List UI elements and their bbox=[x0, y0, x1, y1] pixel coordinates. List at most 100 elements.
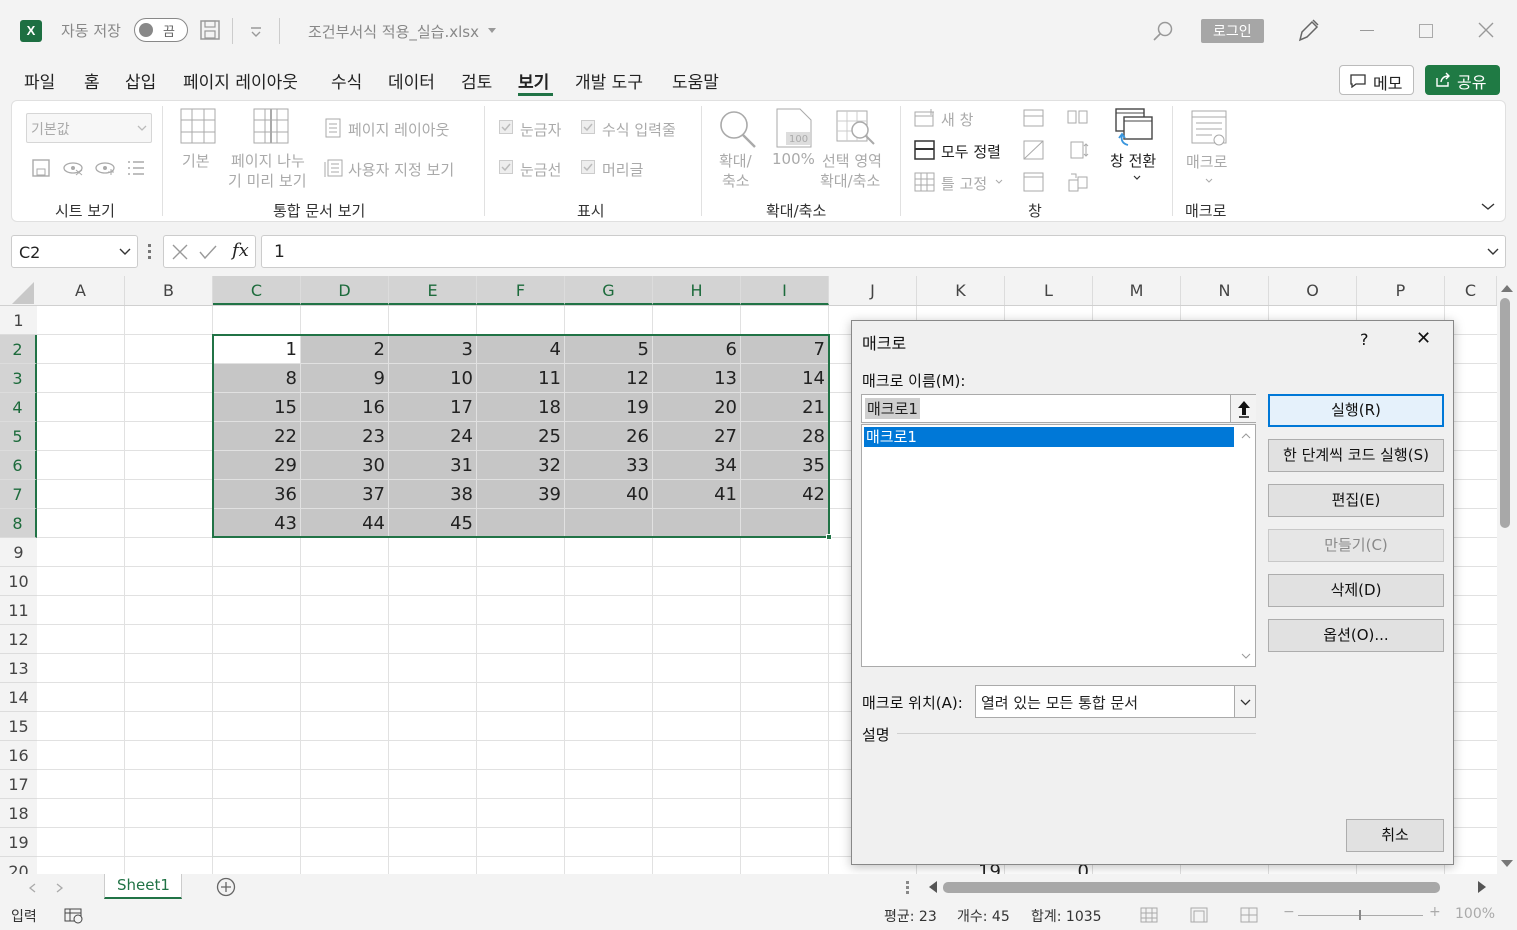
macros-icon[interactable] bbox=[1190, 109, 1230, 149]
close-window-icon[interactable] bbox=[1478, 22, 1494, 38]
options-button[interactable]: 옵션(O)... bbox=[1268, 619, 1444, 652]
row-header[interactable]: 11 bbox=[0, 596, 37, 625]
memo-button[interactable]: 메모 bbox=[1339, 65, 1414, 95]
column-header[interactable]: C bbox=[1445, 276, 1497, 305]
zoom-label2[interactable]: 축소 bbox=[722, 170, 750, 191]
page-layout-status-icon[interactable] bbox=[1190, 907, 1208, 923]
page-break-preview-icon[interactable] bbox=[253, 108, 289, 144]
vertical-scroll-thumb[interactable] bbox=[1500, 298, 1510, 528]
macro-list[interactable]: 매크로1 bbox=[861, 424, 1256, 667]
formula-bar-checkbox[interactable] bbox=[581, 120, 595, 134]
page-layout-label[interactable]: 페이지 레이아웃 bbox=[348, 119, 449, 140]
exit-view-icon[interactable] bbox=[62, 160, 84, 176]
cancel-entry-icon[interactable] bbox=[172, 244, 188, 260]
scroll-tabs-right-icon[interactable] bbox=[56, 883, 64, 893]
row-header[interactable]: 9 bbox=[0, 538, 37, 567]
macro-list-item[interactable]: 매크로1 bbox=[864, 427, 1234, 447]
zoom-level[interactable]: 100% bbox=[1455, 906, 1495, 922]
row-header[interactable]: 2 bbox=[0, 335, 37, 364]
freeze-panes-label[interactable]: 틀 고정 bbox=[941, 173, 987, 194]
column-header[interactable]: A bbox=[37, 276, 125, 305]
scroll-right-icon[interactable] bbox=[1477, 881, 1487, 893]
menu-page-layout[interactable]: 페이지 레이아웃 bbox=[183, 68, 298, 93]
pen-icon[interactable] bbox=[1296, 18, 1320, 44]
search-icon[interactable] bbox=[1152, 20, 1174, 42]
row-header[interactable]: 3 bbox=[0, 364, 37, 393]
column-header[interactable]: I bbox=[741, 276, 829, 305]
row-header[interactable]: 15 bbox=[0, 712, 37, 741]
row-header[interactable]: 16 bbox=[0, 741, 37, 770]
unhide-icon[interactable] bbox=[1023, 172, 1045, 192]
arrange-all-label[interactable]: 모두 정렬 bbox=[941, 141, 1001, 162]
row-header[interactable]: 6 bbox=[0, 451, 37, 480]
column-header[interactable]: K bbox=[917, 276, 1005, 305]
autosave-toggle[interactable]: 끔 bbox=[134, 18, 188, 42]
tab-split-handle[interactable] bbox=[906, 881, 909, 895]
freeze-panes-icon[interactable] bbox=[914, 172, 936, 192]
row-header[interactable]: 10 bbox=[0, 567, 37, 596]
row-header[interactable]: 1 bbox=[0, 306, 37, 335]
enter-check-icon[interactable] bbox=[199, 244, 217, 260]
column-header[interactable]: P bbox=[1357, 276, 1445, 305]
row-header[interactable]: 7 bbox=[0, 480, 37, 509]
step-into-button[interactable]: 한 단계씩 코드 실행(S) bbox=[1268, 439, 1444, 472]
menu-developer[interactable]: 개발 도구 bbox=[575, 68, 643, 93]
column-header[interactable]: N bbox=[1181, 276, 1269, 305]
minimize-icon[interactable] bbox=[1360, 30, 1374, 31]
column-header[interactable]: F bbox=[477, 276, 565, 305]
row-header[interactable]: 13 bbox=[0, 654, 37, 683]
freeze-dropdown-icon[interactable] bbox=[995, 179, 1003, 185]
column-header[interactable]: O bbox=[1269, 276, 1357, 305]
normal-view-status-icon[interactable] bbox=[1140, 907, 1158, 923]
formula-bar-resize-handle[interactable] bbox=[148, 244, 151, 260]
zoom-100-icon[interactable]: 100 bbox=[776, 108, 812, 148]
sheet-view-dropdown[interactable]: 기본값 bbox=[26, 113, 152, 143]
help-icon[interactable]: ? bbox=[1360, 330, 1369, 349]
zoom-slider-thumb[interactable] bbox=[1359, 910, 1361, 920]
new-window-label[interactable]: 새 창 bbox=[941, 109, 973, 130]
macro-location-select[interactable]: 열려 있는 모든 통합 문서 bbox=[975, 685, 1256, 718]
options-list-icon[interactable] bbox=[126, 159, 146, 177]
menu-help[interactable]: 도움말 bbox=[672, 68, 719, 93]
customize-qat-icon[interactable] bbox=[249, 24, 263, 38]
menu-file[interactable]: 파일 bbox=[24, 68, 55, 93]
file-name[interactable]: 조건부서식 적용_실습.xlsx bbox=[308, 21, 479, 42]
scroll-left-icon[interactable] bbox=[928, 881, 938, 893]
zoom-icon[interactable] bbox=[716, 108, 758, 150]
row-header[interactable]: 8 bbox=[0, 509, 37, 538]
run-button[interactable]: 실행(R) bbox=[1268, 394, 1444, 427]
reset-window-position-icon[interactable] bbox=[1067, 172, 1089, 192]
column-header[interactable]: C bbox=[213, 276, 301, 305]
zoom-to-selection-icon[interactable] bbox=[836, 110, 876, 146]
cancel-button[interactable]: 취소 bbox=[1346, 819, 1444, 852]
row-header[interactable]: 19 bbox=[0, 828, 37, 857]
gridlines-checkbox[interactable] bbox=[499, 160, 513, 174]
filename-dropdown-icon[interactable] bbox=[488, 28, 496, 33]
macro-name-input[interactable]: 매크로1 bbox=[861, 394, 1256, 423]
normal-view-icon[interactable] bbox=[180, 108, 216, 144]
share-button[interactable]: 공유 bbox=[1425, 65, 1500, 95]
zoom-in-icon[interactable]: + bbox=[1429, 904, 1441, 920]
zoom-100-label[interactable]: 100% bbox=[772, 150, 815, 168]
column-header[interactable]: E bbox=[389, 276, 477, 305]
name-box[interactable]: C2 bbox=[11, 235, 138, 268]
switch-windows-dropdown-icon[interactable] bbox=[1133, 175, 1141, 181]
delete-button[interactable]: 삭제(D) bbox=[1268, 574, 1444, 607]
status-average[interactable]: 평균: 23 bbox=[884, 906, 937, 926]
select-all-icon[interactable] bbox=[12, 282, 34, 304]
horizontal-scroll-thumb[interactable] bbox=[943, 882, 1440, 893]
arrange-all-icon[interactable] bbox=[914, 140, 936, 160]
row-header[interactable]: 12 bbox=[0, 625, 37, 654]
scroll-tabs-left-icon[interactable] bbox=[28, 883, 36, 893]
menu-data[interactable]: 데이터 bbox=[388, 68, 435, 93]
switch-windows-label[interactable]: 창 전환 bbox=[1110, 150, 1156, 171]
column-header[interactable]: J bbox=[829, 276, 917, 305]
page-layout-icon[interactable] bbox=[324, 118, 342, 138]
row-header[interactable]: 17 bbox=[0, 770, 37, 799]
vertical-scrollbar[interactable] bbox=[1497, 276, 1517, 874]
menu-home[interactable]: 홈 bbox=[84, 68, 100, 93]
menu-formulas[interactable]: 수식 bbox=[331, 68, 362, 93]
accessibility-check-icon[interactable] bbox=[64, 908, 84, 924]
macros-label[interactable]: 매크로 bbox=[1186, 151, 1227, 172]
status-count[interactable]: 개수: 45 bbox=[957, 906, 1010, 926]
